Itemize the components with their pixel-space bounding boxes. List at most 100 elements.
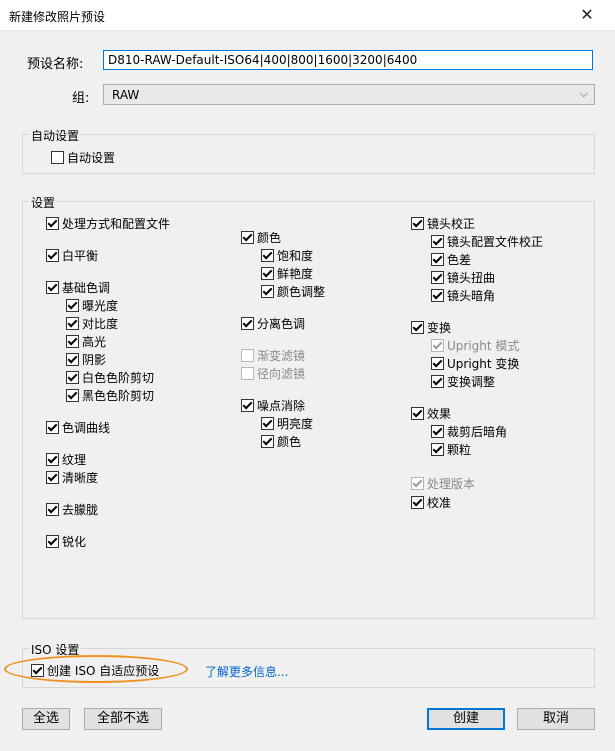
checkbox-label: 镜头配置文件校正 [447,235,544,249]
checkbox-label: 颜色 [277,435,302,449]
checkbox-box[interactable] [261,435,274,448]
checkbox-box[interactable] [46,217,59,230]
checkbox-blacks[interactable]: 黑色色阶剪切 [66,387,154,404]
checkbox-graduated-filter[interactable]: 渐变滤镜 [241,347,305,364]
checkbox-box[interactable] [241,399,254,412]
checkbox-texture[interactable]: 纹理 [46,451,86,468]
checkbox-tone-curve[interactable]: 色调曲线 [46,419,110,436]
checkbox-box[interactable] [241,367,254,380]
checkbox-split-toning[interactable]: 分离色调 [241,315,305,332]
checkbox-clarity[interactable]: 清晰度 [46,469,98,486]
checkbox-box[interactable] [261,267,274,280]
checkbox-box[interactable] [431,375,444,388]
close-icon[interactable]: ✕ [576,4,598,26]
checkbox-lens-distortion[interactable]: 镜头扭曲 [431,269,495,286]
checkbox-post-crop-vignette[interactable]: 裁剪后暗角 [431,423,507,440]
checkbox-box[interactable] [51,151,64,164]
checkbox-box[interactable] [46,535,59,548]
checkbox-exposure[interactable]: 曝光度 [66,297,118,314]
checkbox-transform-adjust[interactable]: 变换调整 [431,373,495,390]
checkbox-label: 黑色色阶剪切 [82,389,155,403]
checkbox-label: 纹理 [62,453,87,467]
checkbox-box[interactable] [261,285,274,298]
checkbox-lens-corrections[interactable]: 镜头校正 [411,215,475,232]
checkbox-label: 径向滤镜 [257,367,306,381]
checkbox-lens-vignette[interactable]: 镜头暗角 [431,287,495,304]
checkbox-box[interactable] [66,389,79,402]
checkbox-box[interactable] [241,231,254,244]
preset-name-input[interactable] [103,50,593,70]
checkbox-upright-transform[interactable]: Upright 变换 [431,355,519,372]
checkbox-box[interactable] [241,349,254,362]
checkbox-process[interactable]: 处理方式和配置文件 [46,215,170,232]
checkbox-box[interactable] [431,339,444,352]
checkbox-contrast[interactable]: 对比度 [66,315,118,332]
checkbox-box[interactable] [411,217,424,230]
checkbox-box[interactable] [66,353,79,366]
settings-title: 设置 [29,194,58,211]
checkbox-box[interactable] [431,357,444,370]
checkbox-label: 锐化 [62,535,87,549]
checkbox-noise-color[interactable]: 颜色 [261,433,301,450]
create-button[interactable]: 创建 [427,708,505,730]
checkbox-box[interactable] [411,496,424,509]
checkbox-shadows[interactable]: 阴影 [66,351,106,368]
checkbox-luminance[interactable]: 明亮度 [261,415,313,432]
checkbox-calibration[interactable]: 校准 [411,494,451,511]
checkbox-label: 变换调整 [447,375,496,389]
checkbox-highlights[interactable]: 高光 [66,333,106,350]
checkbox-box[interactable] [431,443,444,456]
checkbox-box[interactable] [46,503,59,516]
checkbox-box[interactable] [46,453,59,466]
checkbox-noise-reduction[interactable]: 噪点消除 [241,397,305,414]
checkbox-saturation[interactable]: 饱和度 [261,247,313,264]
checkbox-box[interactable] [411,477,424,490]
checkbox-box[interactable] [66,299,79,312]
checkbox-box[interactable] [261,417,274,430]
checkbox-upright-mode[interactable]: Upright 模式 [431,337,519,354]
select-none-button[interactable]: 全部不选 [84,708,162,730]
select-all-button[interactable]: 全选 [22,708,70,730]
checkbox-vibrance[interactable]: 鲜艳度 [261,265,313,282]
checkbox-box[interactable] [66,371,79,384]
checkbox-box[interactable] [431,253,444,266]
checkbox-box[interactable] [31,664,44,677]
checkbox-label: 对比度 [82,317,119,331]
checkbox-box[interactable] [66,317,79,330]
checkbox-label: 基础色调 [62,281,111,295]
checkbox-color-adjust[interactable]: 颜色调整 [261,283,325,300]
checkbox-box[interactable] [46,471,59,484]
cancel-button[interactable]: 取消 [517,708,595,730]
checkbox-box[interactable] [241,317,254,330]
checkbox-box[interactable] [46,421,59,434]
auto-settings-checkbox[interactable]: 自动设置 [51,149,115,166]
group-select[interactable]: RAW ⌵ [103,84,595,105]
checkbox-box[interactable] [46,281,59,294]
checkbox-box[interactable] [261,249,274,262]
checkbox-dehaze[interactable]: 去朦胧 [46,501,98,518]
learn-more-link[interactable]: 了解更多信息... [205,663,288,680]
checkbox-label: 处理版本 [427,477,476,491]
checkbox-white-balance[interactable]: 白平衡 [46,247,98,264]
checkbox-transform[interactable]: 变换 [411,319,451,336]
checkbox-label: 白平衡 [62,249,99,263]
checkbox-box[interactable] [411,407,424,420]
checkbox-chromatic-aberration[interactable]: 色差 [431,251,471,268]
checkbox-box[interactable] [431,235,444,248]
checkbox-sharpen[interactable]: 锐化 [46,533,86,550]
checkbox-box[interactable] [66,335,79,348]
checkbox-lens-profile[interactable]: 镜头配置文件校正 [431,233,543,250]
checkbox-box[interactable] [431,425,444,438]
checkbox-whites[interactable]: 白色色阶剪切 [66,369,154,386]
checkbox-grain[interactable]: 颗粒 [431,441,471,458]
checkbox-box[interactable] [431,271,444,284]
checkbox-box[interactable] [411,321,424,334]
checkbox-color[interactable]: 颜色 [241,229,281,246]
checkbox-box[interactable] [431,289,444,302]
iso-adaptive-checkbox[interactable]: 创建 ISO 自适应预设 [31,662,159,679]
checkbox-effects[interactable]: 效果 [411,405,451,422]
checkbox-process-version[interactable]: 处理版本 [411,475,475,492]
checkbox-box[interactable] [46,249,59,262]
checkbox-basic-tone[interactable]: 基础色调 [46,279,110,296]
checkbox-radial-filter[interactable]: 径向滤镜 [241,365,305,382]
